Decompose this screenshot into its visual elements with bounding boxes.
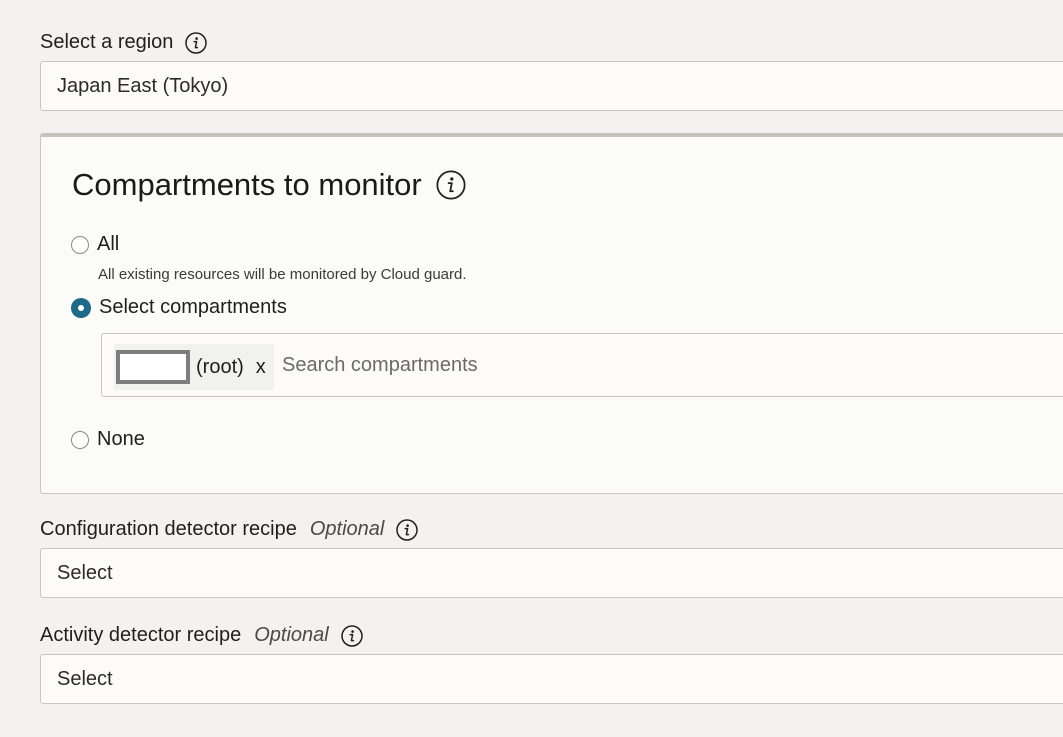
- search-placeholder[interactable]: Search compartments: [282, 334, 478, 396]
- config-recipe-value: Select: [57, 561, 113, 584]
- config-recipe-optional: Optional: [309, 518, 385, 540]
- activity-recipe-optional: Optional: [254, 624, 329, 646]
- radio-select-compartments-button[interactable]: [71, 297, 91, 318]
- radio-all-button[interactable]: [71, 235, 89, 254]
- radio-all-help: All existing resources will be monitored…: [98, 266, 467, 283]
- compartment-search-input[interactable]: (root) x Search compartments: [101, 333, 1063, 397]
- config-recipe-label: Configuration detector recipe: [40, 518, 297, 540]
- config-recipe-label-row: Configuration detector recipe Optional: [40, 518, 419, 541]
- info-icon[interactable]: [185, 31, 208, 54]
- info-icon[interactable]: [396, 518, 419, 541]
- radio-select-compartments-label: Select compartments: [99, 296, 287, 318]
- radio-none[interactable]: None: [71, 428, 145, 451]
- region-label-row: Select a region: [40, 31, 208, 54]
- compartments-title: Compartments to monitor: [72, 167, 422, 202]
- info-icon[interactable]: [340, 624, 363, 647]
- compartment-chip-box: [116, 350, 190, 384]
- activity-recipe-label-row: Activity detector recipe Optional: [40, 624, 363, 647]
- radio-none-button[interactable]: [71, 430, 89, 449]
- compartment-chip: (root) x: [114, 344, 274, 390]
- compartments-title-row: Compartments to monitor: [72, 167, 466, 203]
- compartment-chip-label: (root): [196, 355, 244, 378]
- activity-recipe-value: Select: [57, 667, 113, 690]
- compartments-panel: Compartments to monitor All All existing…: [40, 133, 1063, 494]
- config-recipe-select[interactable]: Select: [40, 548, 1063, 598]
- activity-recipe-select[interactable]: Select: [40, 654, 1063, 704]
- region-value: Japan East (Tokyo): [57, 74, 229, 97]
- radio-all[interactable]: All: [71, 233, 119, 256]
- info-icon[interactable]: [436, 170, 466, 200]
- radio-all-label: All: [97, 233, 120, 255]
- activity-recipe-label: Activity detector recipe: [40, 624, 242, 646]
- region-select[interactable]: Japan East (Tokyo): [40, 61, 1063, 111]
- radio-select-compartments[interactable]: Select compartments: [71, 296, 287, 319]
- radio-none-label: None: [97, 428, 145, 450]
- region-label: Select a region: [40, 31, 174, 53]
- chip-remove-icon[interactable]: x: [256, 356, 266, 379]
